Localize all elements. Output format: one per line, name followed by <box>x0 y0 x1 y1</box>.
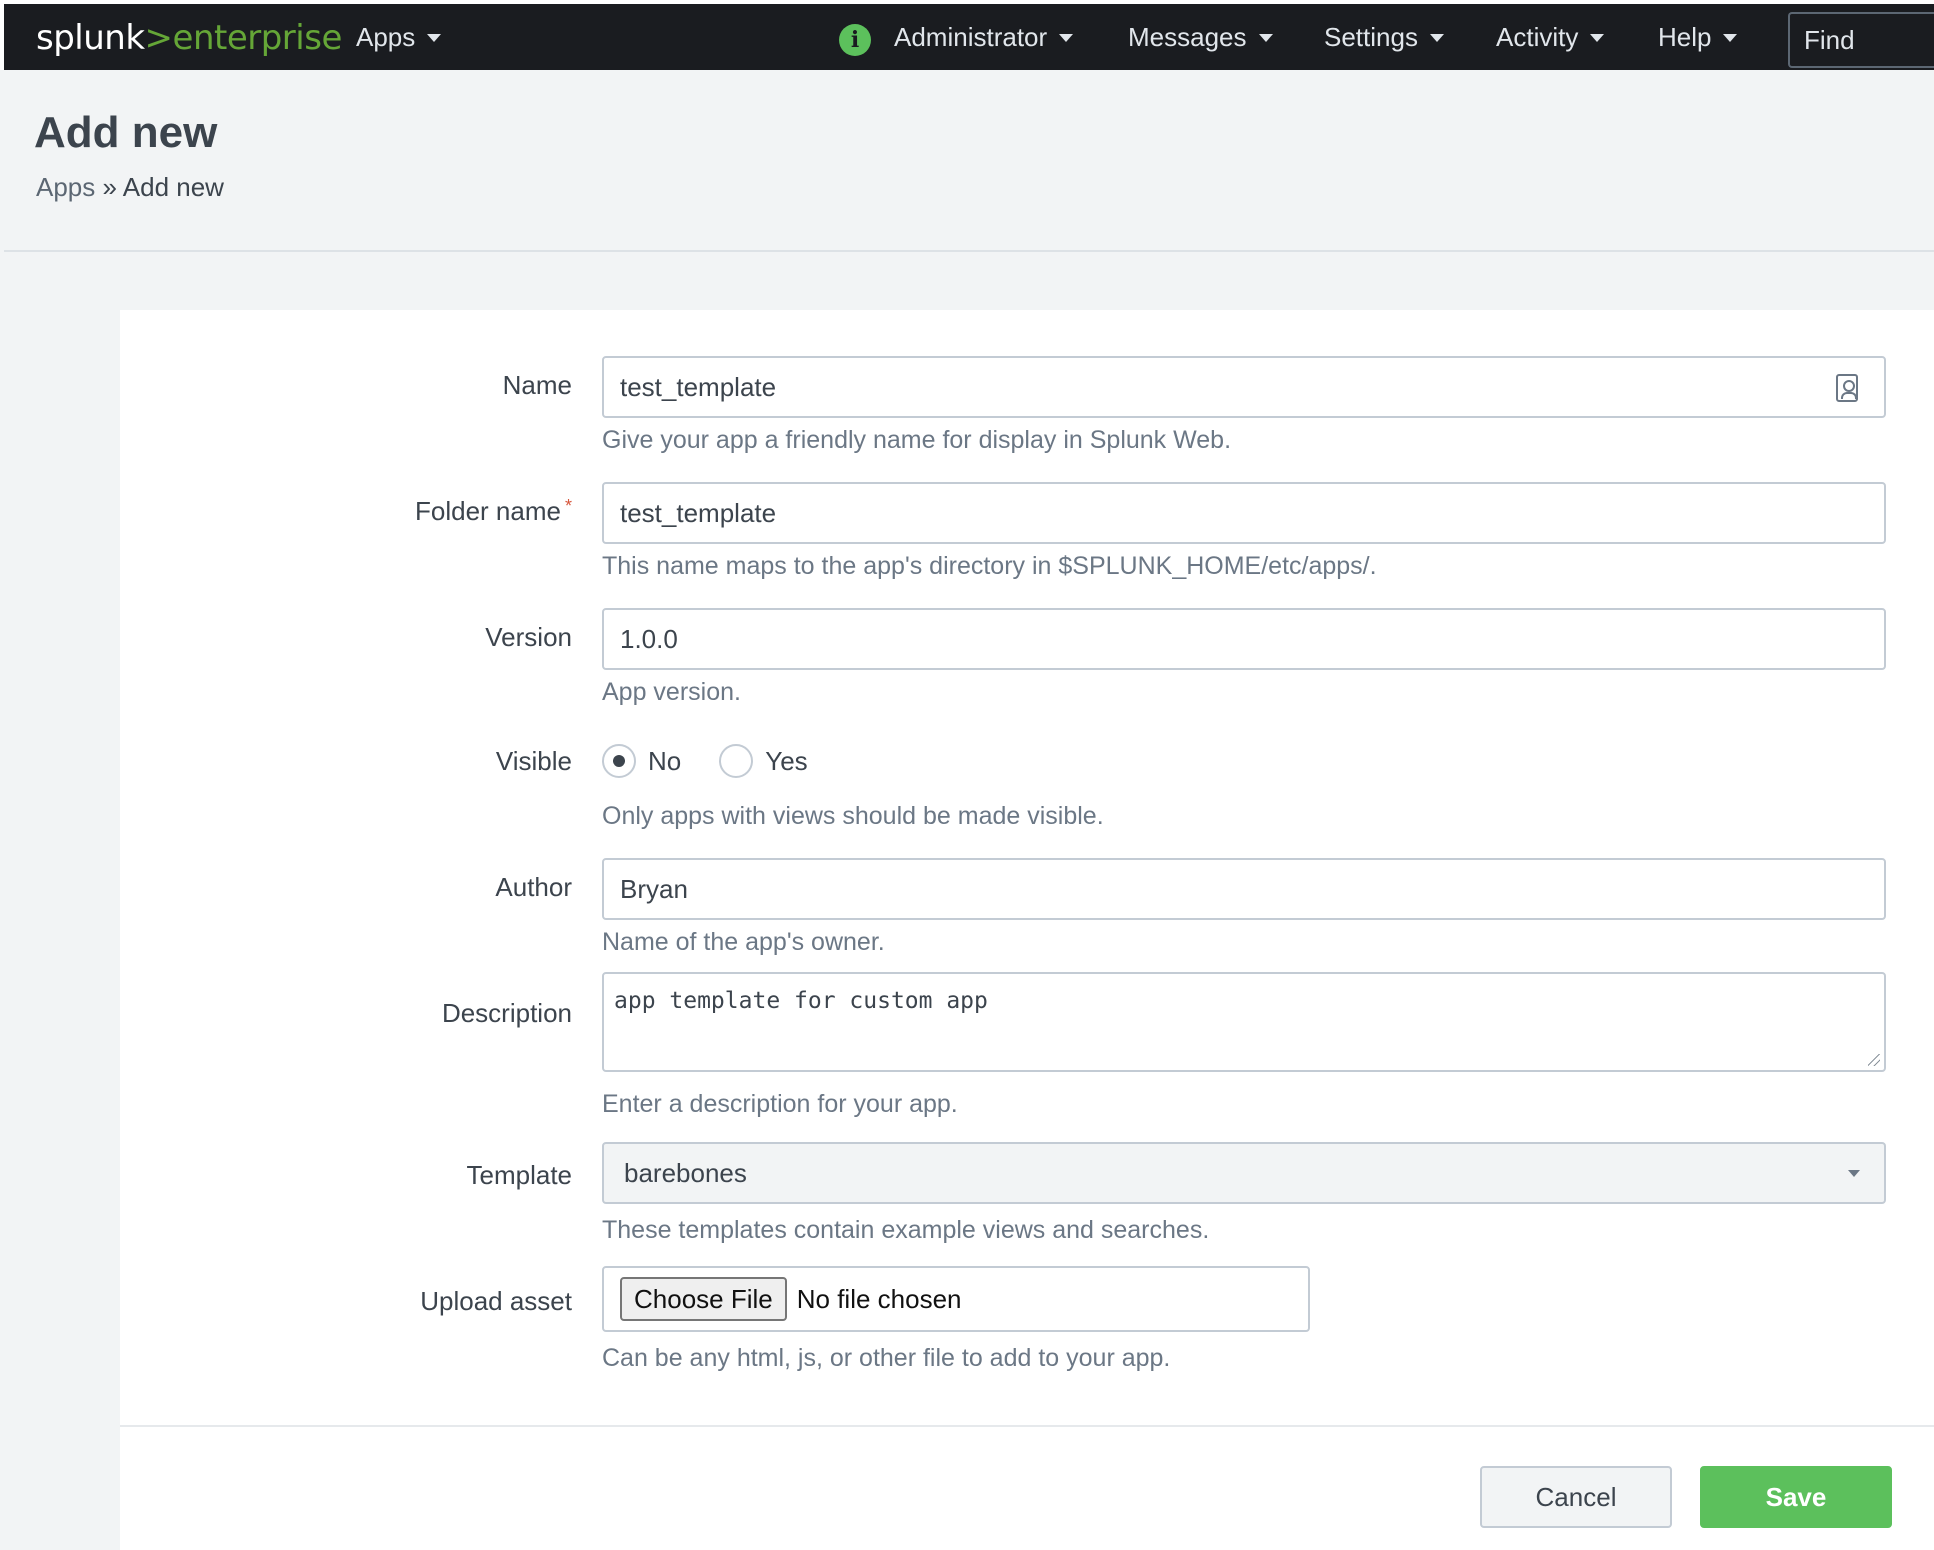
visible-radio-group: No Yes <box>602 744 846 778</box>
breadcrumb-separator: » <box>102 172 117 202</box>
page-header: Add new Apps » Add new <box>4 70 1934 252</box>
visible-help: Only apps with views should be made visi… <box>602 802 1104 830</box>
author-help: Name of the app's owner. <box>602 928 885 956</box>
template-label: Template <box>466 1160 573 1190</box>
caret-down-icon <box>1429 33 1444 42</box>
visible-no-label[interactable]: No <box>648 746 681 777</box>
settings-menu-label: Settings <box>1324 22 1418 52</box>
version-label: Version <box>485 622 572 652</box>
upload-asset-label: Upload asset <box>420 1286 572 1316</box>
logo-text-product: enterprise <box>172 18 343 58</box>
breadcrumb-apps-link[interactable]: Apps <box>36 172 95 202</box>
template-select-value: barebones <box>624 1158 747 1188</box>
caret-down-icon <box>427 33 442 42</box>
activity-menu[interactable]: Activity <box>1496 22 1605 53</box>
help-menu-label: Help <box>1658 22 1712 52</box>
folder-name-help: This name maps to the app's directory in… <box>602 552 1377 580</box>
administrator-menu[interactable]: Administrator <box>894 22 1074 53</box>
folder-name-input[interactable]: test_template <box>602 482 1886 544</box>
breadcrumb-current: Add new <box>122 172 224 202</box>
page-title: Add new <box>34 108 218 157</box>
save-button[interactable]: Save <box>1700 1466 1892 1528</box>
caret-down-icon <box>1059 33 1074 42</box>
find-input[interactable]: Find <box>1788 12 1934 68</box>
visible-yes-radio[interactable] <box>719 744 754 778</box>
messages-menu[interactable]: Messages <box>1128 22 1273 53</box>
settings-menu[interactable]: Settings <box>1324 22 1444 53</box>
messages-menu-label: Messages <box>1128 22 1247 52</box>
description-label: Description <box>441 998 572 1028</box>
top-navigation-bar: splunk>enterprise Apps i Administrator M… <box>0 0 1934 70</box>
author-label: Author <box>495 872 572 902</box>
version-help: App version. <box>602 678 741 706</box>
help-menu[interactable]: Help <box>1658 22 1738 53</box>
folder-name-label-text: Folder name <box>415 496 561 526</box>
description-value: app template for custom app <box>614 988 988 1014</box>
author-input[interactable]: Bryan <box>602 858 1886 920</box>
description-help: Enter a description for your app. <box>602 1090 958 1118</box>
name-label: Name <box>502 370 572 400</box>
choose-file-button[interactable]: Choose File <box>620 1277 787 1321</box>
caret-down-icon <box>1723 33 1738 42</box>
apps-menu-label: Apps <box>356 22 416 52</box>
visible-yes-label[interactable]: Yes <box>765 746 807 777</box>
caret-down-icon <box>1590 33 1605 42</box>
name-help: Give your app a friendly name for displa… <box>602 426 1232 454</box>
upload-asset-help: Can be any html, js, or other file to ad… <box>602 1344 1171 1372</box>
required-marker: * <box>564 496 572 516</box>
template-help: These templates contain example views an… <box>602 1216 1210 1244</box>
info-icon[interactable]: i <box>839 24 871 56</box>
contact-card-icon[interactable] <box>1836 374 1858 402</box>
visible-no-radio[interactable] <box>602 744 636 778</box>
apps-menu[interactable]: Apps <box>356 22 442 53</box>
description-textarea[interactable]: app template for custom app <box>602 972 1886 1072</box>
visible-label: Visible <box>495 746 572 776</box>
template-select[interactable]: barebones <box>602 1142 1886 1204</box>
activity-menu-label: Activity <box>1496 22 1579 52</box>
folder-name-label: Folder name * <box>122 496 572 527</box>
version-input[interactable]: 1.0.0 <box>602 608 1886 670</box>
file-status: No file chosen <box>796 1283 962 1314</box>
chevron-down-icon <box>1848 1170 1860 1177</box>
name-input-value: test_template <box>620 372 777 402</box>
resize-grip-icon[interactable] <box>1868 1054 1880 1066</box>
caret-down-icon <box>1258 33 1273 42</box>
logo-separator: > <box>144 18 174 58</box>
footer-divider <box>120 1425 1934 1427</box>
logo-text-main: splunk <box>36 18 145 58</box>
cancel-button[interactable]: Cancel <box>1480 1466 1672 1528</box>
administrator-menu-label: Administrator <box>894 22 1048 52</box>
name-input[interactable]: test_template <box>602 356 1886 418</box>
upload-asset-field: Choose File No file chosen <box>602 1266 1310 1332</box>
breadcrumb: Apps » Add new <box>36 172 224 203</box>
splunk-logo[interactable]: splunk>enterprise <box>36 18 342 58</box>
